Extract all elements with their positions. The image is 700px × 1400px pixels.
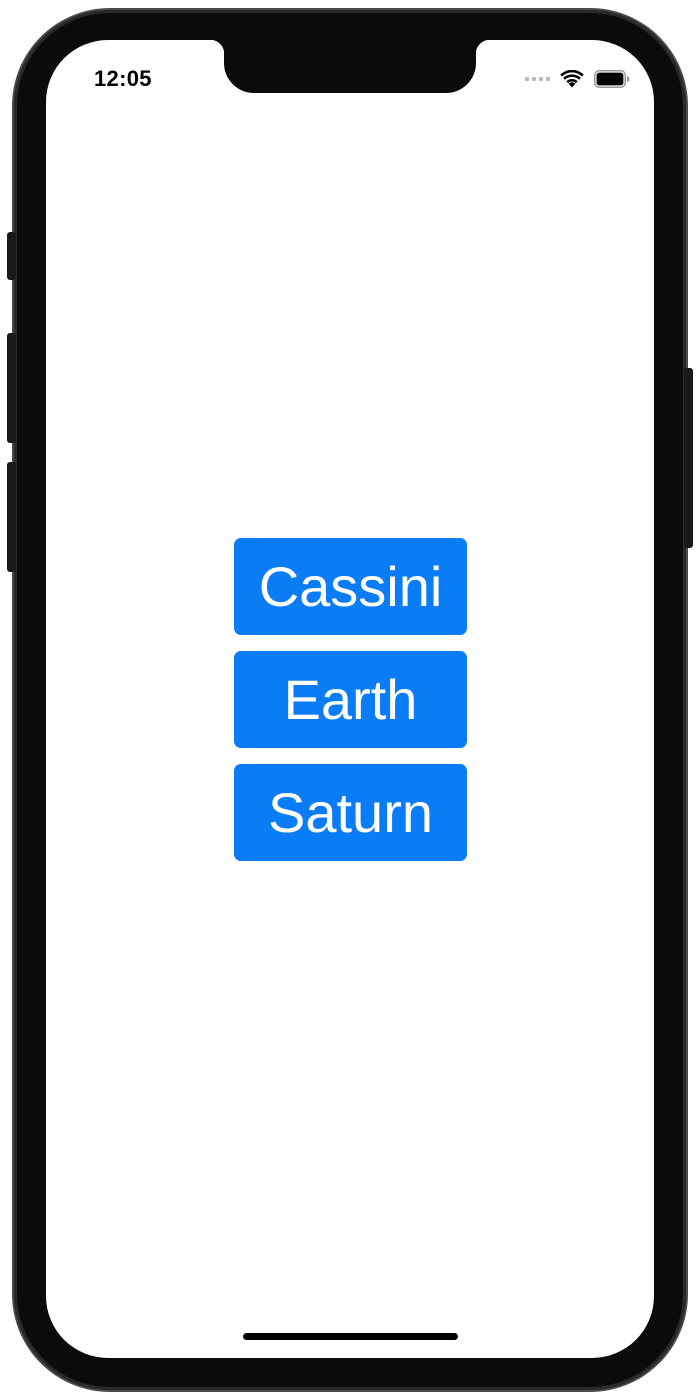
- status-time: 12:05: [94, 66, 152, 91]
- wifi-icon: [560, 70, 584, 88]
- screen: 12:05 Cassini Earth Saturn: [46, 40, 654, 1358]
- saturn-button[interactable]: Saturn: [234, 764, 467, 861]
- cellular-signal-icon: [525, 77, 550, 81]
- notch: [210, 40, 490, 93]
- status-icons: [525, 68, 630, 90]
- volume-up-button: [7, 333, 16, 443]
- battery-icon: [594, 70, 630, 88]
- mute-switch: [7, 232, 16, 280]
- volume-down-button: [7, 462, 16, 572]
- cassini-button[interactable]: Cassini: [234, 538, 467, 635]
- earth-button[interactable]: Earth: [234, 651, 467, 748]
- planet-button-stack: Cassini Earth Saturn: [234, 538, 467, 861]
- power-button: [684, 368, 693, 548]
- home-indicator[interactable]: [243, 1333, 458, 1340]
